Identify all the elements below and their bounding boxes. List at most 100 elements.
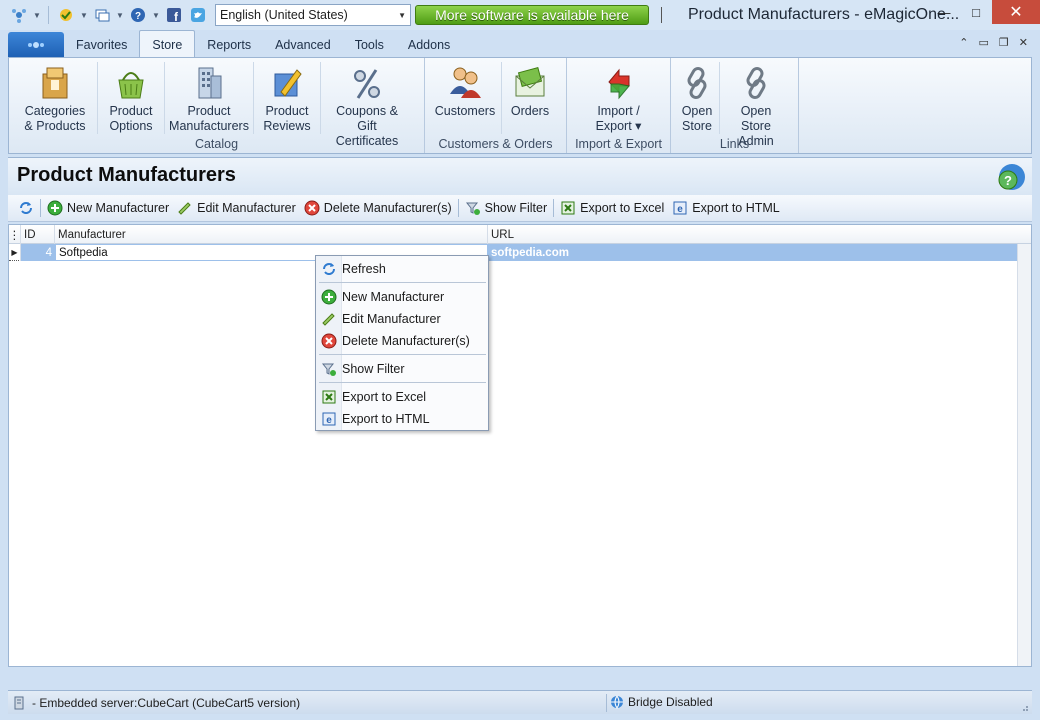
application-menu-button[interactable]: [8, 32, 64, 58]
menu-label: New Manufacturer: [342, 290, 445, 304]
grid-header: ⋮ ID Manufacturer URL: [9, 225, 1031, 244]
group-import-export: Import / Export ▾ Import & Export: [567, 58, 671, 153]
delete-icon: [321, 333, 337, 349]
server-icon: [14, 696, 24, 709]
building-icon: [198, 67, 222, 99]
app-network-icon[interactable]: [8, 4, 30, 26]
menu-item-delete-manufacturer[interactable]: Delete Manufacturer(s): [316, 330, 488, 352]
manufacturers-grid[interactable]: ⋮ ID Manufacturer URL ▶ 4 Softpedia soft…: [8, 224, 1032, 667]
excel-icon: [561, 201, 575, 215]
html-icon: e: [322, 412, 336, 426]
window-controls: — □ ✕: [928, 0, 1040, 24]
tab-reports[interactable]: Reports: [195, 32, 263, 58]
close-button[interactable]: ✕: [992, 0, 1040, 24]
pencil-paper-icon: [274, 69, 302, 97]
column-header-id[interactable]: ID: [21, 225, 55, 244]
column-header-url[interactable]: URL: [488, 225, 1031, 244]
tab-tools[interactable]: Tools: [343, 32, 396, 58]
globe-icon: [611, 695, 623, 709]
menu-item-edit-manufacturer[interactable]: Edit Manufacturer: [316, 308, 488, 330]
chevron-down-icon[interactable]: ▼: [115, 11, 125, 20]
cell-url[interactable]: softpedia.com: [488, 244, 1031, 261]
delete-manufacturer-button[interactable]: Delete Manufacturer(s): [300, 200, 456, 216]
new-manufacturer-button[interactable]: New Manufacturer: [43, 200, 173, 216]
facebook-icon[interactable]: f: [163, 4, 185, 26]
twitter-icon[interactable]: [187, 4, 209, 26]
maximize-button[interactable]: □: [960, 0, 992, 24]
cell-id[interactable]: 4: [21, 244, 55, 261]
menu-label: Export to Excel: [342, 390, 427, 404]
menu-item-export-html[interactable]: e Export to HTML: [316, 408, 488, 430]
chevron-down-icon[interactable]: ▼: [79, 11, 89, 20]
group-label: Links: [719, 137, 750, 151]
menu-divider: [319, 282, 486, 283]
chevron-up-icon[interactable]: ⌃: [959, 36, 968, 49]
page-title: Product Manufacturers: [17, 164, 236, 186]
menu-item-refresh[interactable]: Refresh: [316, 258, 488, 280]
svg-text:?: ?: [1004, 173, 1012, 188]
group-label: Catalog: [194, 137, 239, 151]
bridge-status-label: Bridge Disabled: [628, 695, 713, 709]
tab-store[interactable]: Store: [139, 30, 196, 58]
mdi-close-icon[interactable]: ✕: [1019, 36, 1028, 49]
windows-icon[interactable]: [91, 4, 113, 26]
chevron-down-icon[interactable]: ▼: [32, 11, 42, 20]
menu-label: Edit Manufacturer: [342, 312, 441, 326]
menu-label: Refresh: [342, 262, 386, 276]
export-html-button[interactable]: e Export to HTML: [668, 200, 784, 216]
ribbon-label: Import / Export ▾: [595, 104, 642, 133]
menu-item-show-filter[interactable]: Show Filter: [316, 358, 488, 380]
mdi-restore-icon[interactable]: ❐: [999, 36, 1009, 49]
ribbon-label: Orders: [510, 104, 550, 118]
group-customers-orders: Customers Orders Customers & Orders: [425, 58, 567, 153]
refresh-button[interactable]: [14, 200, 38, 216]
mdi-minimize-icon[interactable]: ▭: [979, 36, 989, 49]
toolbar-label: Delete Manufacturer(s): [323, 201, 452, 215]
row-indicator-icon: ▶: [9, 244, 21, 261]
connect-icon[interactable]: [55, 4, 77, 26]
menu-item-export-excel[interactable]: Export to Excel: [316, 386, 488, 408]
language-value: English (United States): [220, 8, 348, 22]
tab-addons[interactable]: Addons: [396, 32, 462, 58]
column-chooser-icon[interactable]: ⋮: [9, 225, 21, 244]
edit-manufacturer-button[interactable]: Edit Manufacturer: [173, 200, 300, 216]
table-row[interactable]: ▶ 4 Softpedia softpedia.com: [9, 244, 1031, 261]
context-menu: Refresh New Manufacturer Edit Manufactur…: [315, 255, 489, 431]
show-filter-button[interactable]: Show Filter: [461, 200, 552, 216]
help-circle-icon[interactable]: ?: [127, 4, 149, 26]
column-header-manufacturer[interactable]: Manufacturer: [55, 225, 488, 244]
svg-text:?: ?: [135, 11, 141, 22]
minimize-button[interactable]: —: [928, 0, 960, 24]
ribbon-label: Product Reviews: [263, 104, 311, 133]
tab-favorites[interactable]: Favorites: [64, 32, 139, 58]
menu-divider: [319, 354, 486, 355]
ribbon-label: Customers: [434, 104, 496, 118]
basket-icon: [118, 72, 144, 99]
tab-advanced[interactable]: Advanced: [263, 32, 343, 58]
group-label: Import & Export: [575, 137, 662, 151]
chevron-down-icon: ▼: [398, 10, 406, 20]
filter-icon: [321, 363, 336, 376]
pencil-icon: [322, 313, 335, 326]
export-excel-button[interactable]: Export to Excel: [556, 200, 668, 216]
box-icon: [42, 67, 68, 99]
divider: [48, 6, 49, 24]
resize-grip-icon[interactable]: [1019, 702, 1029, 712]
toolbar-label: New Manufacturer: [67, 201, 170, 215]
people-icon: [450, 67, 481, 98]
chevron-down-icon[interactable]: ▼: [151, 11, 161, 20]
vertical-scrollbar[interactable]: [1017, 244, 1031, 666]
menu-label: Delete Manufacturer(s): [342, 334, 470, 348]
refresh-icon: [323, 263, 335, 275]
more-software-button[interactable]: More software is available here: [415, 5, 649, 25]
help-globe-icon[interactable]: ?: [996, 162, 1026, 192]
toolbar-label: Export to HTML: [692, 201, 780, 215]
page-header: Product Manufacturers ?: [8, 157, 1032, 195]
menu-item-new-manufacturer[interactable]: New Manufacturer: [316, 286, 488, 308]
language-select[interactable]: English (United States) ▼: [215, 4, 411, 26]
divider: [606, 694, 607, 712]
quick-access-toolbar: ▼ ▼ ▼ ? ▼ f: [8, 4, 209, 26]
group-label: Customers & Orders: [438, 137, 553, 151]
divider: [661, 7, 662, 23]
grid-toolbar: New Manufacturer Edit Manufacturer Delet…: [8, 195, 1032, 222]
